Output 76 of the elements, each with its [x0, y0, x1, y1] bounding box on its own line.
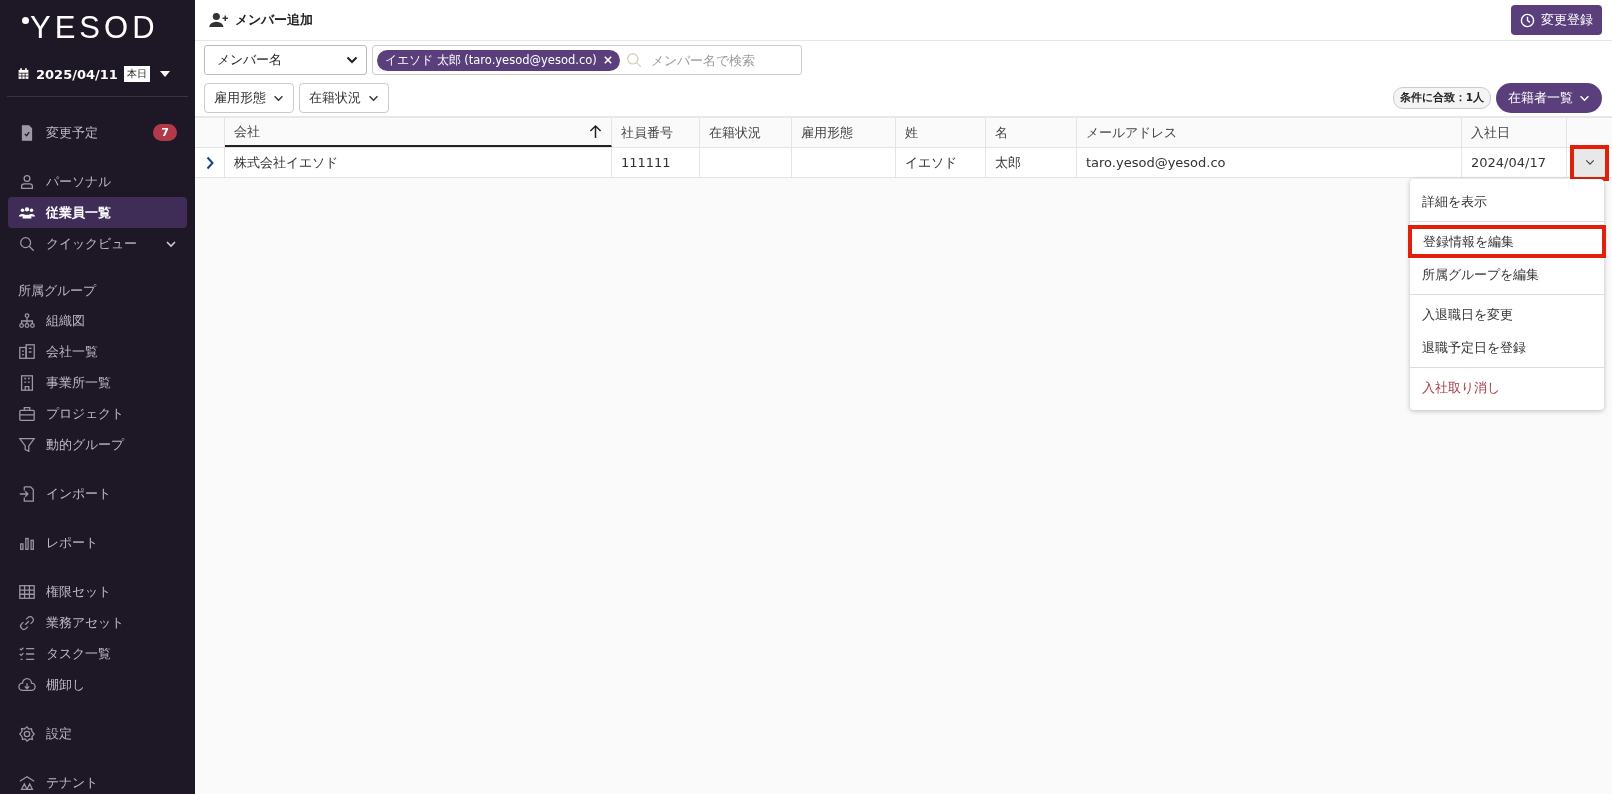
nav-item[interactable]: インポート: [8, 478, 187, 509]
logo: YESOD: [20, 0, 159, 46]
filter-dropdown[interactable]: 雇用形態: [204, 83, 294, 113]
bag-icon: [18, 404, 36, 423]
column-header[interactable]: 社員番号: [612, 118, 700, 147]
nav-item[interactable]: タスク一覧: [8, 638, 187, 669]
menu-item[interactable]: 退職予定日を登録: [1409, 331, 1605, 364]
person-icon: [18, 172, 36, 191]
import-icon: [18, 484, 36, 503]
sort-arrow-icon[interactable]: [589, 124, 602, 139]
member-chip: イエソド 太郎 (taro.yesod@yesod.co): [377, 49, 620, 71]
filter-dropdown[interactable]: 在籍状況: [299, 83, 389, 113]
clock-icon: [1520, 12, 1535, 28]
building-icon: [18, 342, 36, 361]
chevron-icon: [346, 56, 358, 64]
org-icon: [18, 311, 36, 330]
add-member-button[interactable]: メンバー追加: [209, 11, 313, 29]
add-person-icon: [209, 12, 229, 28]
gear-icon: [18, 724, 36, 743]
nav-item[interactable]: 従業員一覧: [8, 197, 187, 228]
table-cell: 2024/04/17: [1471, 155, 1546, 170]
grid-icon: [18, 582, 36, 601]
nav-item[interactable]: 動的グループ: [8, 429, 187, 460]
column-header[interactable]: 雇用形態: [792, 118, 896, 147]
table-cell: taro.yesod@yesod.co: [1086, 155, 1226, 170]
nav-item[interactable]: パーソナル: [8, 166, 187, 197]
column-header[interactable]: メールアドレス: [1077, 118, 1462, 147]
nav-item[interactable]: 業務アセット: [8, 607, 187, 638]
menu-item[interactable]: 所属グループを編集: [1409, 258, 1605, 291]
nav-item[interactable]: クイックビュー: [8, 228, 187, 259]
field-select[interactable]: メンバー名: [204, 45, 367, 75]
chevron-icon[interactable]: [165, 239, 177, 248]
chevron-icon: [368, 94, 379, 102]
nav-item[interactable]: レポート: [8, 527, 187, 558]
calendar-icon: [17, 67, 30, 81]
filter-icon: [18, 435, 36, 454]
nav-item[interactable]: プロジェクト: [8, 398, 187, 429]
change-register-button[interactable]: 変更登録: [1511, 5, 1602, 35]
table-cell: 太郎: [995, 153, 1021, 172]
search-icon: [625, 51, 643, 69]
office-icon: [18, 373, 36, 392]
section-heading: 所属グループ: [17, 282, 98, 300]
menu-item[interactable]: 入退職日を変更: [1409, 298, 1605, 331]
menu-item[interactable]: 入社取り消し: [1409, 371, 1605, 404]
nav-item[interactable]: 棚卸し: [8, 669, 187, 700]
nav-item[interactable]: 組織図: [8, 305, 187, 336]
nav-item[interactable]: テナント: [8, 767, 187, 794]
chevron-icon: [1579, 94, 1590, 102]
menu-item[interactable]: 登録情報を編集: [1408, 225, 1606, 258]
link-icon: [18, 613, 36, 632]
menu-item[interactable]: 詳細を表示: [1409, 185, 1605, 218]
column-header[interactable]: 名: [986, 118, 1077, 147]
date-label: 2025/04/11: [36, 66, 118, 82]
match-count-badge: 条件に合致：1人: [1392, 87, 1491, 109]
chevron-icon: [273, 94, 284, 102]
chevron-icon: [1584, 159, 1595, 166]
expand-row-icon[interactable]: [205, 155, 214, 170]
remove-icon[interactable]: [603, 56, 612, 64]
table-cell: 111111: [621, 155, 671, 170]
column-header[interactable]: 姓: [896, 118, 986, 147]
column-header[interactable]: 入社日: [1462, 118, 1567, 147]
tent-icon: [18, 773, 36, 792]
nav-item[interactable]: 設定: [8, 718, 187, 749]
nav-item[interactable]: 事業所一覧: [8, 367, 187, 398]
cloud-icon: [18, 675, 36, 694]
today-badge: 本日: [123, 66, 150, 82]
column-header[interactable]: 在籍状況: [700, 118, 792, 147]
search-icon: [18, 234, 36, 253]
count-badge: 7: [153, 124, 177, 141]
caret-icon[interactable]: [159, 71, 170, 77]
list-view-button[interactable]: 在籍者一覧: [1496, 83, 1602, 113]
nav-item[interactable]: 変更予定 7: [8, 117, 187, 148]
nav-item[interactable]: 会社一覧: [8, 336, 187, 367]
table-cell: 株式会社イエソド: [234, 153, 338, 172]
table-cell: イエソド: [905, 153, 957, 172]
nav-item[interactable]: 権限セット: [8, 576, 187, 607]
